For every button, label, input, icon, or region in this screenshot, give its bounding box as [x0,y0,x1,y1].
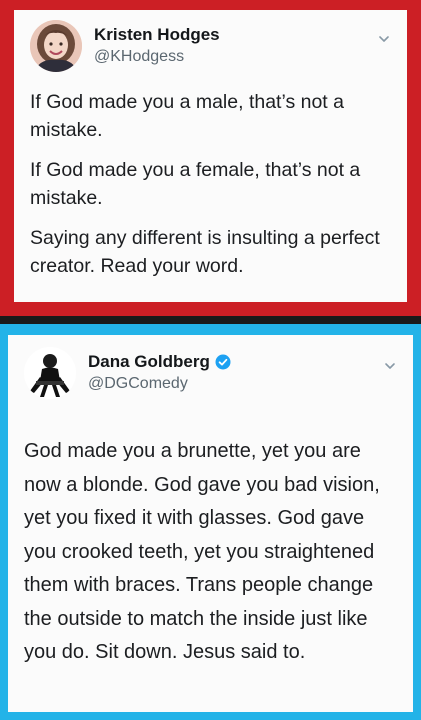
chevron-down-icon[interactable] [383,359,397,373]
verified-badge-icon [215,354,231,370]
tweet-header: Dana Goldberg @DGComedy [24,347,397,399]
chevron-down-icon[interactable] [377,32,391,46]
tweet-paragraph: Saying any different is insulting a perf… [30,227,380,277]
display-name[interactable]: Kristen Hodges [94,25,220,45]
tweet-paragraph: If God made you a female, that’s not a m… [30,159,361,209]
display-name-text: Dana Goldberg [88,352,210,371]
author-names: Kristen Hodges @KHodgess [94,20,220,66]
tweet-text: If God made you a male, that’s not a mis… [30,88,391,280]
avatar[interactable] [24,347,76,399]
user-handle[interactable]: @KHodgess [94,48,220,66]
tweet-text: God made you a brunette, yet you are now… [24,440,380,663]
tweet-paragraph: If God made you a male, that’s not a mis… [30,91,344,141]
author-names: Dana Goldberg @DGComedy [88,347,231,393]
tweet-card: Kristen Hodges @KHodgess If God made you… [14,10,407,302]
user-handle[interactable]: @DGComedy [88,375,231,393]
display-name[interactable]: Dana Goldberg [88,352,231,372]
tweet-card: Dana Goldberg @DGComedy God made you a b… [8,335,413,712]
tweet-panel-top: Kristen Hodges @KHodgess If God made you… [0,0,421,316]
tweet-panel-bottom: Dana Goldberg @DGComedy God made you a b… [0,324,421,720]
tweet-header: Kristen Hodges @KHodgess [30,20,391,72]
avatar[interactable] [30,20,82,72]
